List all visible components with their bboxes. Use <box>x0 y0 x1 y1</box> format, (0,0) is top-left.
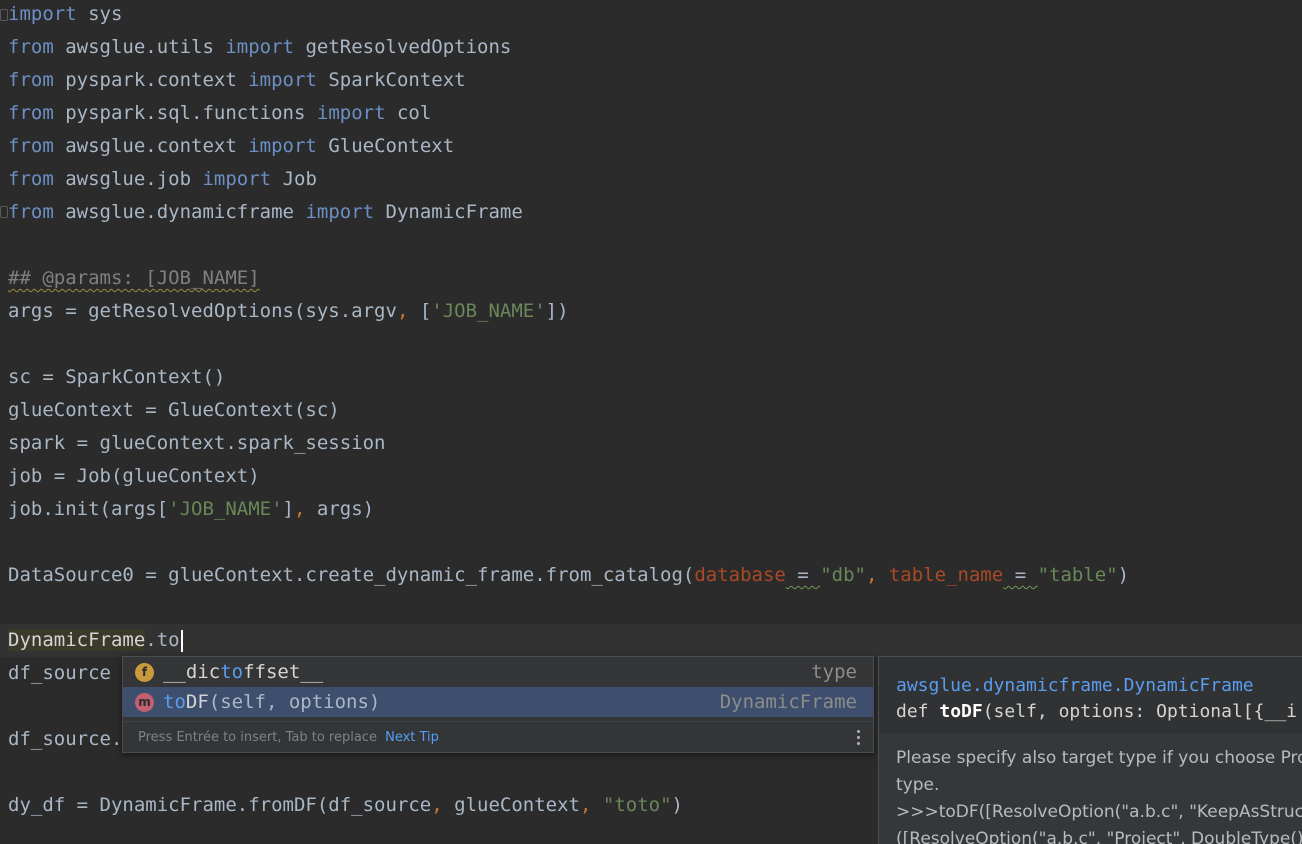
completion-item-type: DynamicFrame <box>719 691 857 713</box>
code-line-current[interactable]: DynamicFrame.to <box>8 624 183 657</box>
fold-marker-icon[interactable] <box>0 9 8 21</box>
code-line: from awsglue.job import Job <box>8 168 317 190</box>
code-line: dy_df = DynamicFrame.fromDF(df_source, g… <box>8 794 683 816</box>
doc-header: awsglue.dynamicframe.DynamicFrame def to… <box>879 657 1302 733</box>
doc-example: ([ResolveOption("a.b.c", "Project", Doub… <box>896 829 1302 844</box>
doc-body: Please specify also target type if you c… <box>896 745 1302 844</box>
code-line: from pyspark.context import SparkContext <box>8 69 466 91</box>
completion-item[interactable]: f __dictoffset__ type <box>123 657 873 687</box>
doc-example: >>>toDF([ResolveOption("a.b.c", "KeepAsS… <box>896 802 1302 822</box>
field-icon: f <box>135 663 154 682</box>
code-line: import sys <box>8 3 123 25</box>
code-line: DataSource0 = glueContext.create_dynamic… <box>8 564 1130 586</box>
code-line: glueContext = GlueContext(sc) <box>8 399 340 421</box>
doc-text: Please specify also target type if you c… <box>896 748 1302 768</box>
code-line: sc = SparkContext() <box>8 366 226 388</box>
code-line: spark = glueContext.spark_session <box>8 432 386 454</box>
more-options-icon[interactable] <box>857 730 861 746</box>
code-line: df_source. <box>8 728 123 750</box>
current-line-highlight <box>0 624 1302 657</box>
doc-text: type. <box>896 775 940 795</box>
code-line: df_source <box>8 662 111 684</box>
next-tip-link[interactable]: Next Tip <box>385 730 439 745</box>
code-line: from awsglue.dynamicframe import Dynamic… <box>8 201 523 223</box>
code-line: from awsglue.context import GlueContext <box>8 135 455 157</box>
code-comment: ## @params: [JOB_NAME] <box>8 267 260 289</box>
completion-item-name: __dictoffset__ <box>163 661 324 683</box>
completion-footer: Press Entrée to insert, Tab to replace N… <box>123 721 873 752</box>
doc-signature: def toDF(self, options: Optional[{__i <box>896 701 1297 722</box>
code-line: job.init(args['JOB_NAME'], args) <box>8 498 375 520</box>
completion-hint: Press Entrée to insert, Tab to replace <box>138 730 377 745</box>
quick-documentation-popup[interactable]: awsglue.dynamicframe.DynamicFrame def to… <box>878 656 1302 844</box>
method-icon: m <box>135 693 154 712</box>
code-line: from pyspark.sql.functions import col <box>8 102 432 124</box>
code-line: from awsglue.utils import getResolvedOpt… <box>8 36 512 58</box>
completion-item-name: toDF(self, options) <box>163 691 381 713</box>
completion-item-type: type <box>811 661 857 683</box>
completion-item-selected[interactable]: m toDF(self, options) DynamicFrame <box>123 687 873 717</box>
fold-marker-icon[interactable] <box>0 206 8 218</box>
text-caret <box>180 629 183 652</box>
code-line: job = Job(glueContext) <box>8 465 260 487</box>
doc-qualified-name[interactable]: awsglue.dynamicframe.DynamicFrame <box>896 673 1302 699</box>
completion-popup[interactable]: f __dictoffset__ type m toDF(self, optio… <box>122 656 874 753</box>
code-line: args = getResolvedOptions(sys.argv, ['JO… <box>8 300 569 322</box>
